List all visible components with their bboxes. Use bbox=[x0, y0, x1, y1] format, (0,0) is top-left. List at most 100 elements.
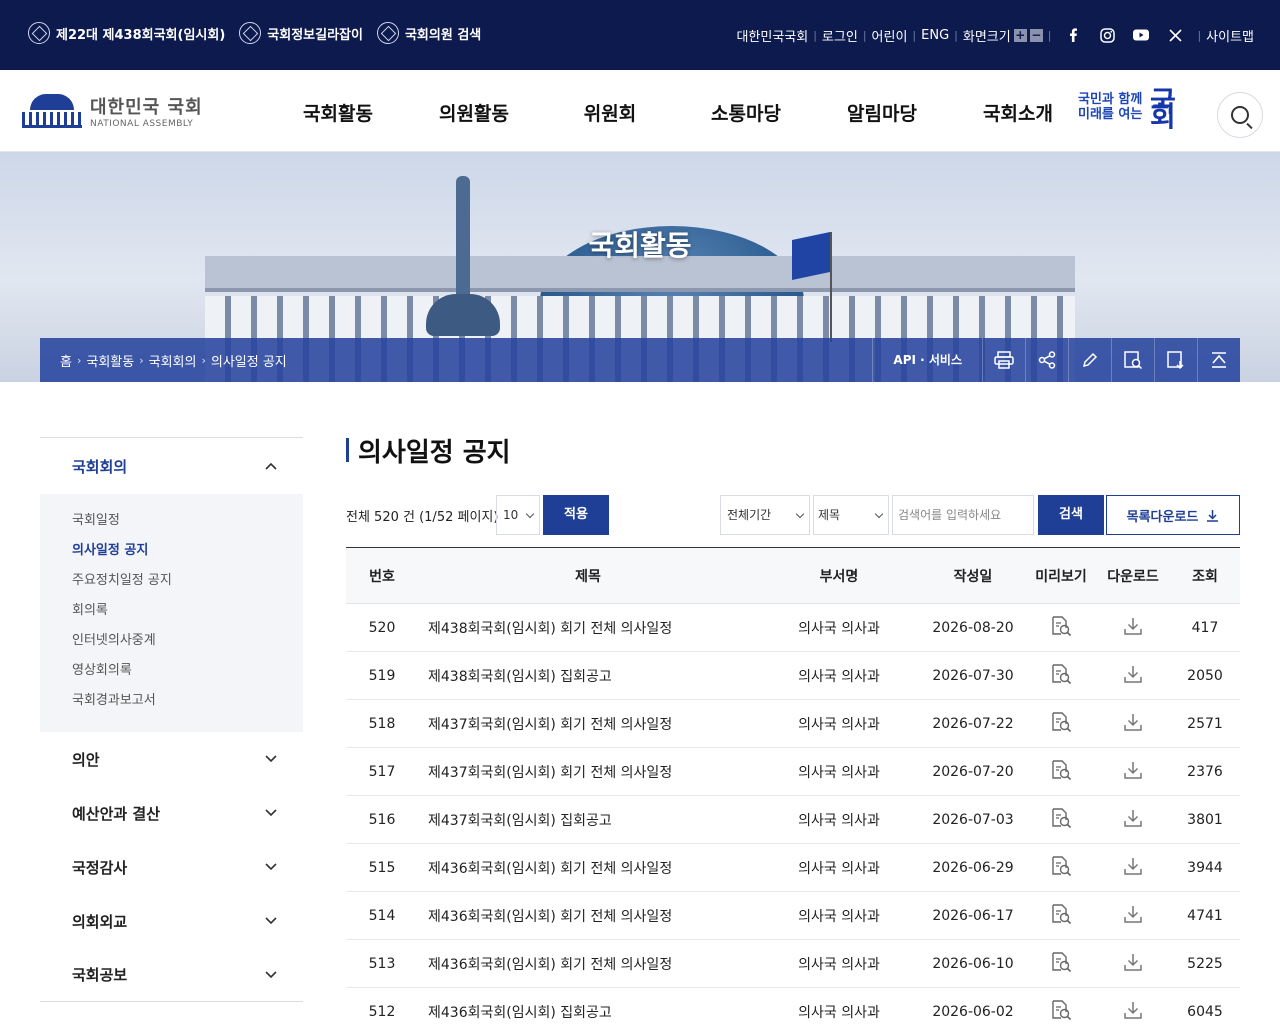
sidebar-item-progress-report[interactable]: 국회경과보고서 bbox=[72, 688, 303, 718]
breadcrumb-meetings[interactable]: 국회회의 bbox=[149, 351, 197, 370]
sidebar-item-schedule[interactable]: 국회일정 bbox=[72, 508, 303, 538]
sidebar-section-budget[interactable]: 예산안과 결산 bbox=[40, 786, 303, 840]
youtube-icon[interactable] bbox=[1130, 24, 1152, 46]
sidebar-section-gazette[interactable]: 국회공보 bbox=[40, 948, 303, 1002]
breadcrumb-current[interactable]: 의사일정 공지 bbox=[211, 351, 287, 370]
row-title-link[interactable]: 제438회국회(임시회) 회기 전체 의사일정 bbox=[418, 604, 758, 652]
download-icon[interactable] bbox=[1123, 1000, 1143, 1020]
row-no: 513 bbox=[368, 955, 396, 972]
download-icon[interactable] bbox=[1123, 856, 1143, 876]
chevron-down-icon bbox=[874, 509, 884, 519]
search-button[interactable]: 검색 bbox=[1038, 495, 1104, 535]
share-icon[interactable] bbox=[1025, 338, 1068, 382]
row-title-link[interactable]: 제436회국회(임시회) 집회공고 bbox=[418, 988, 758, 1024]
quick-link-session[interactable]: 제22대 제438회국회(임시회) bbox=[28, 22, 225, 44]
preview-icon[interactable] bbox=[1050, 951, 1072, 973]
page-heading: 의사일정 공지 bbox=[346, 430, 1240, 470]
download-icon[interactable] bbox=[1123, 808, 1143, 828]
row-date: 2026-07-22 bbox=[932, 715, 1014, 732]
download-icon[interactable] bbox=[1123, 664, 1143, 684]
instagram-icon[interactable] bbox=[1096, 24, 1118, 46]
preview-icon[interactable] bbox=[1050, 759, 1072, 781]
row-preview-cell bbox=[1026, 604, 1096, 652]
gnb-item-activities[interactable]: 국회활동 bbox=[270, 99, 406, 126]
quick-link-guide[interactable]: 국회정보길라잡이 bbox=[239, 22, 363, 44]
global-search-button[interactable] bbox=[1217, 92, 1263, 138]
util-link-login[interactable]: 로그인 bbox=[822, 26, 858, 45]
download-doc-icon[interactable] bbox=[1154, 338, 1197, 382]
quick-link-member-search[interactable]: 국회의원 검색 bbox=[376, 22, 481, 44]
sidebar-section-audit[interactable]: 국정감사 bbox=[40, 840, 303, 894]
row-title-link[interactable]: 제436회국회(임시회) 회기 전체 의사일정 bbox=[418, 844, 758, 892]
gnb-item-community[interactable]: 소통마당 bbox=[678, 99, 814, 126]
api-service-button[interactable]: API · 서비스 bbox=[872, 338, 982, 382]
sidebar-item-video-minutes[interactable]: 영상회의록 bbox=[72, 658, 303, 688]
sidebar-section-bills[interactable]: 의안 bbox=[40, 732, 303, 786]
sidebar-submenu: 국회일정 의사일정 공지 주요정치일정 공지 회의록 인터넷의사중계 영상회의록… bbox=[40, 494, 303, 732]
table-row: 515 제436회국회(임시회) 회기 전체 의사일정 의사국 의사과 2026… bbox=[346, 844, 1240, 892]
list-download-button[interactable]: 목록다운로드 bbox=[1106, 495, 1240, 535]
assembly-logo[interactable]: 대한민국 국회 NATIONAL ASSEMBLY bbox=[22, 93, 203, 129]
gnb-item-members[interactable]: 의원활동 bbox=[406, 99, 542, 126]
row-dept: 의사국 의사과 bbox=[798, 620, 880, 637]
print-icon[interactable] bbox=[982, 338, 1025, 382]
facebook-icon[interactable] bbox=[1062, 24, 1084, 46]
period-select[interactable]: 전체기간 bbox=[720, 495, 810, 535]
util-link-home[interactable]: 대한민국국회 bbox=[736, 26, 808, 45]
separator: | bbox=[862, 28, 867, 42]
sitemap-link[interactable]: 사이트맵 bbox=[1206, 26, 1254, 45]
download-icon[interactable] bbox=[1123, 712, 1143, 732]
chevron-down-icon bbox=[265, 863, 277, 871]
preview-icon[interactable] bbox=[1050, 615, 1072, 637]
font-plus-button[interactable]: + bbox=[1013, 28, 1027, 42]
row-title-link[interactable]: 제438회국회(임시회) 집회공고 bbox=[418, 652, 758, 700]
row-title-link[interactable]: 제436회국회(임시회) 회기 전체 의사일정 bbox=[418, 892, 758, 940]
scroll-top-icon[interactable] bbox=[1197, 338, 1240, 382]
breadcrumb-home[interactable]: 홈 bbox=[60, 351, 72, 370]
sidebar-section-diplomacy[interactable]: 의회외교 bbox=[40, 894, 303, 948]
sidebar-item-live-broadcast[interactable]: 인터넷의사중계 bbox=[72, 628, 303, 658]
col-header-no: 번호 bbox=[369, 568, 395, 585]
row-preview-cell bbox=[1026, 940, 1096, 988]
preview-icon[interactable] bbox=[1050, 903, 1072, 925]
table-row: 513 제436회국회(임시회) 회기 전체 의사일정 의사국 의사과 2026… bbox=[346, 940, 1240, 988]
slogan: 국민과 함께 미래를 여는 국회 bbox=[1078, 85, 1176, 133]
breadcrumb-activities[interactable]: 국회활동 bbox=[86, 351, 134, 370]
util-link-kids[interactable]: 어린이 bbox=[872, 26, 908, 45]
row-title-link[interactable]: 제437회국회(임시회) 회기 전체 의사일정 bbox=[418, 700, 758, 748]
sidebar-item-minutes[interactable]: 회의록 bbox=[72, 598, 303, 628]
gnb-item-about[interactable]: 국회소개 bbox=[950, 99, 1086, 126]
preview-icon[interactable] bbox=[1050, 711, 1072, 733]
download-icon[interactable] bbox=[1123, 904, 1143, 924]
download-icon[interactable] bbox=[1123, 952, 1143, 972]
row-title-link[interactable]: 제436회국회(임시회) 회기 전체 의사일정 bbox=[418, 940, 758, 988]
edit-icon[interactable] bbox=[1068, 338, 1111, 382]
preview-icon[interactable] bbox=[1050, 807, 1072, 829]
row-title-link[interactable]: 제437회국회(임시회) 집회공고 bbox=[418, 796, 758, 844]
row-views: 6045 bbox=[1187, 1003, 1223, 1020]
search-doc-icon[interactable] bbox=[1111, 338, 1154, 382]
row-preview-cell bbox=[1026, 844, 1096, 892]
search-input[interactable] bbox=[892, 495, 1034, 535]
apply-button[interactable]: 적용 bbox=[543, 495, 609, 535]
row-dept: 의사국 의사과 bbox=[798, 812, 880, 829]
row-title-link[interactable]: 제437회국회(임시회) 회기 전체 의사일정 bbox=[418, 748, 758, 796]
gnb-item-notices[interactable]: 알림마당 bbox=[814, 99, 950, 126]
x-icon[interactable] bbox=[1164, 24, 1186, 46]
font-minus-button[interactable]: − bbox=[1029, 28, 1043, 42]
page-size-select[interactable]: 10 bbox=[496, 495, 540, 535]
download-icon[interactable] bbox=[1123, 760, 1143, 780]
sidebar-item-political-schedule[interactable]: 주요정치일정 공지 bbox=[72, 568, 303, 598]
download-icon[interactable] bbox=[1123, 616, 1143, 636]
preview-icon[interactable] bbox=[1050, 999, 1072, 1021]
table-row: 516 제437회국회(임시회) 집회공고 의사국 의사과 2026-07-03… bbox=[346, 796, 1240, 844]
chevron-down-icon bbox=[265, 755, 277, 763]
util-link-eng[interactable]: ENG bbox=[921, 28, 949, 43]
preview-icon[interactable] bbox=[1050, 855, 1072, 877]
sidebar-item-agenda-notice[interactable]: 의사일정 공지 bbox=[72, 538, 303, 568]
preview-icon[interactable] bbox=[1050, 663, 1072, 685]
search-field-select[interactable]: 제목 bbox=[813, 495, 889, 535]
row-download-cell bbox=[1096, 652, 1170, 700]
gnb-item-committees[interactable]: 위원회 bbox=[542, 99, 678, 126]
sidebar-section-meetings[interactable]: 국회회의 bbox=[40, 438, 303, 494]
